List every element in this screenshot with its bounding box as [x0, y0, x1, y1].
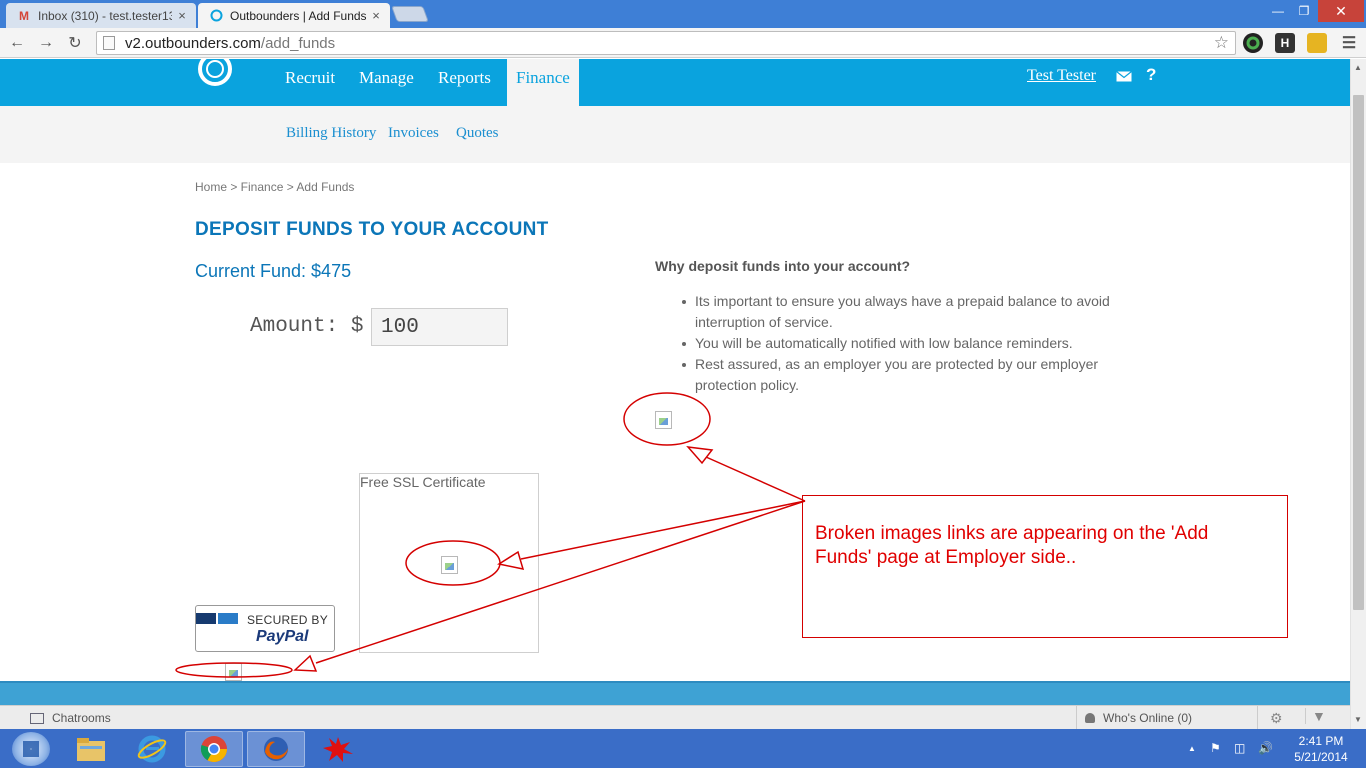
action-center-flag-icon[interactable]: ⚑ — [1210, 741, 1221, 755]
tab-close-icon[interactable]: × — [176, 8, 188, 23]
clock-time: 2:41 PM — [1298, 734, 1344, 748]
browser-tabstrip: M Inbox (310) - test.tester139 × Outboun… — [0, 0, 1366, 28]
help-icon[interactable]: ? — [1146, 65, 1156, 85]
amount-input[interactable] — [371, 308, 508, 346]
scroll-down-arrow-icon[interactable]: ▼ — [1354, 715, 1362, 724]
finance-subnav: Billing History Invoices Quotes — [0, 106, 1350, 163]
paypal-mark-dark — [196, 613, 216, 624]
paypal-mark-light — [218, 613, 238, 624]
firefox-taskbar-icon[interactable] — [247, 731, 305, 767]
file-explorer-icon[interactable] — [62, 731, 120, 767]
paypal-logo: PayPal — [256, 628, 309, 645]
h-extension-icon[interactable]: H — [1275, 33, 1295, 53]
tab-add-funds[interactable]: Outbounders | Add Funds × — [198, 3, 390, 28]
back-arrow-icon[interactable]: ← — [6, 32, 28, 54]
breadcrumb: Home > Finance > Add Funds — [195, 180, 355, 194]
color-picker-extension-icon[interactable] — [1243, 33, 1263, 53]
nav-reports[interactable]: Reports — [438, 68, 491, 88]
broken-image-icon — [441, 556, 458, 574]
forward-arrow-icon[interactable]: → — [35, 32, 57, 54]
chatrooms-button[interactable]: Chatrooms — [30, 711, 111, 725]
broken-image-icon — [655, 411, 672, 429]
annotation-arrow-line — [705, 456, 806, 502]
tray-expand-icon[interactable]: ▲ — [1188, 744, 1196, 753]
subnav-quotes[interactable]: Quotes — [456, 125, 499, 142]
paypal-secured-badge: SECURED BY PayPal — [195, 605, 335, 652]
scroll-up-arrow-icon[interactable]: ▲ — [1354, 63, 1362, 72]
why-deposit-list: Its important to ensure you always have … — [682, 291, 1135, 396]
ssl-certificate-box: Free SSL Certificate — [359, 473, 539, 653]
url-host: v2.outbounders.com — [125, 34, 261, 52]
list-item: You will be automatically notified with … — [682, 333, 1135, 354]
annotation-callout: Broken images links are appearing on the… — [802, 495, 1288, 638]
chatrooms-bar: Chatrooms Who's Online (0) ⚙ ▼ — [0, 705, 1350, 730]
reload-icon[interactable]: ↻ — [64, 32, 86, 54]
tab-gmail-inbox[interactable]: M Inbox (310) - test.tester139 × — [6, 3, 196, 28]
internet-explorer-icon[interactable] — [123, 731, 181, 767]
annotation-arrow-head — [293, 654, 318, 672]
current-fund: Current Fund: $475 — [195, 261, 352, 281]
list-item: Its important to ensure you always have … — [682, 291, 1135, 333]
bookmark-star-icon[interactable]: ☆ — [1214, 33, 1229, 53]
chat-strip — [0, 681, 1350, 705]
window-close-icon[interactable]: ✕ — [1318, 0, 1364, 22]
list-item: Rest assured, as an employer you are pro… — [682, 354, 1135, 396]
tab-title: Inbox (310) - test.tester139 — [38, 8, 172, 23]
clock-date: 5/21/2014 — [1294, 750, 1348, 764]
volume-icon[interactable]: 🔊 — [1258, 741, 1273, 755]
page-title: DEPOSIT FUNDS TO YOUR ACCOUNT — [195, 219, 549, 240]
chatrooms-label: Chatrooms — [52, 711, 111, 725]
minimize-icon[interactable]: — — [1266, 0, 1290, 22]
person-icon — [1085, 713, 1095, 723]
annotation-text: Broken images links are appearing on the… — [815, 523, 1209, 568]
whos-online-button[interactable]: Who's Online (0) — [1076, 706, 1258, 730]
paint-splash-icon[interactable] — [309, 731, 367, 767]
network-icon[interactable]: ◫ — [1234, 741, 1245, 755]
gmail-icon: M — [19, 8, 29, 23]
collapse-icon[interactable]: ▼ — [1305, 708, 1326, 724]
chrome-taskbar-icon[interactable] — [185, 731, 243, 767]
page-viewport: Recruit Manage Reports Finance Test Test… — [0, 59, 1350, 705]
ruler-extension-icon[interactable] — [1307, 33, 1327, 53]
page-icon — [103, 36, 115, 50]
restore-icon[interactable]: ❐ — [1292, 0, 1316, 22]
site-icon — [208, 9, 224, 23]
url-path: /add_funds — [260, 34, 336, 52]
nav-manage[interactable]: Manage — [359, 68, 414, 88]
nav-finance[interactable]: Finance — [507, 59, 579, 106]
amount-label: Amount: $ — [250, 315, 364, 338]
tab-close-icon[interactable]: × — [370, 8, 382, 23]
chatrooms-icon — [30, 712, 44, 724]
annotation-arrow-line — [520, 500, 806, 560]
subnav-billing-history[interactable]: Billing History — [286, 125, 376, 142]
nav-recruit[interactable]: Recruit — [285, 68, 335, 88]
new-tab-button[interactable] — [391, 6, 429, 22]
site-top-nav: Recruit Manage Reports Finance Test Test… — [0, 59, 1350, 106]
scroll-thumb[interactable] — [1353, 95, 1364, 610]
annotation-arrow-head — [686, 446, 714, 465]
broken-image-icon — [225, 663, 242, 681]
whos-online-label: Who's Online (0) — [1103, 711, 1192, 725]
mail-icon[interactable] — [1116, 71, 1132, 82]
system-clock[interactable]: 2:41 PM 5/21/2014 — [1286, 733, 1356, 765]
why-deposit-heading: Why deposit funds into your account? — [655, 258, 911, 274]
windows-taskbar: ▲ ⚑ ◫ 🔊 2:41 PM 5/21/2014 — [0, 729, 1366, 768]
user-name-link[interactable]: Test Tester — [1027, 67, 1096, 85]
page-scrollbar[interactable]: ▲ ▼ — [1350, 59, 1366, 729]
tab-title: Outbounders | Add Funds — [230, 8, 366, 23]
browser-toolbar: ← → ↻ v2.outbounders.com /add_funds ☆ H … — [0, 28, 1366, 58]
paypal-secured-text: SECURED BY — [247, 613, 329, 627]
subnav-invoices[interactable]: Invoices — [388, 125, 439, 142]
gear-icon[interactable]: ⚙ — [1270, 710, 1283, 727]
ssl-label: Free SSL Certificate — [360, 474, 486, 490]
address-bar[interactable]: v2.outbounders.com /add_funds ☆ — [96, 31, 1236, 55]
chrome-menu-icon[interactable]: ☰ — [1339, 33, 1359, 53]
start-button[interactable] — [12, 732, 50, 766]
outbounders-logo[interactable] — [195, 59, 235, 91]
